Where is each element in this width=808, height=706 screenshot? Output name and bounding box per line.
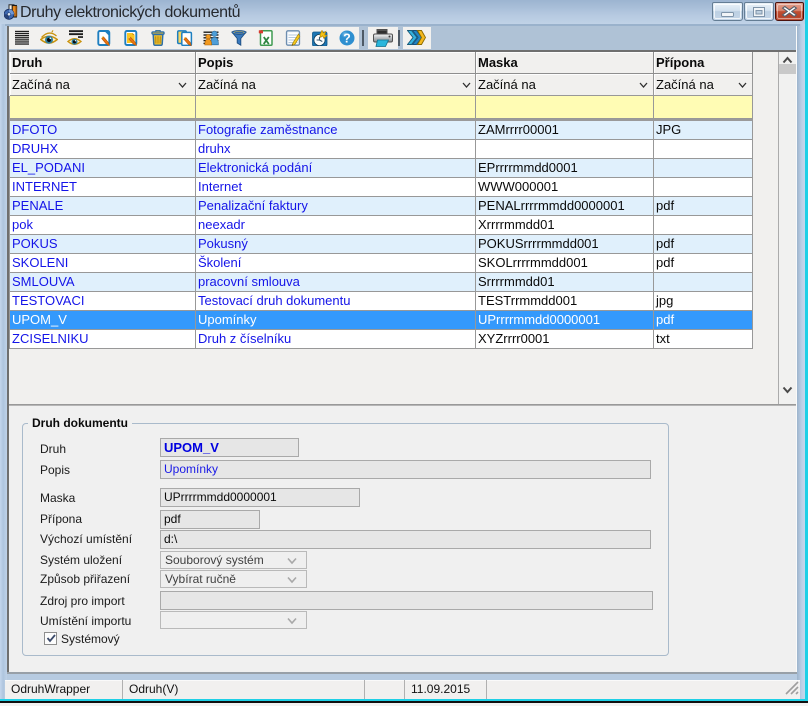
svg-text:?: ? <box>343 32 351 46</box>
